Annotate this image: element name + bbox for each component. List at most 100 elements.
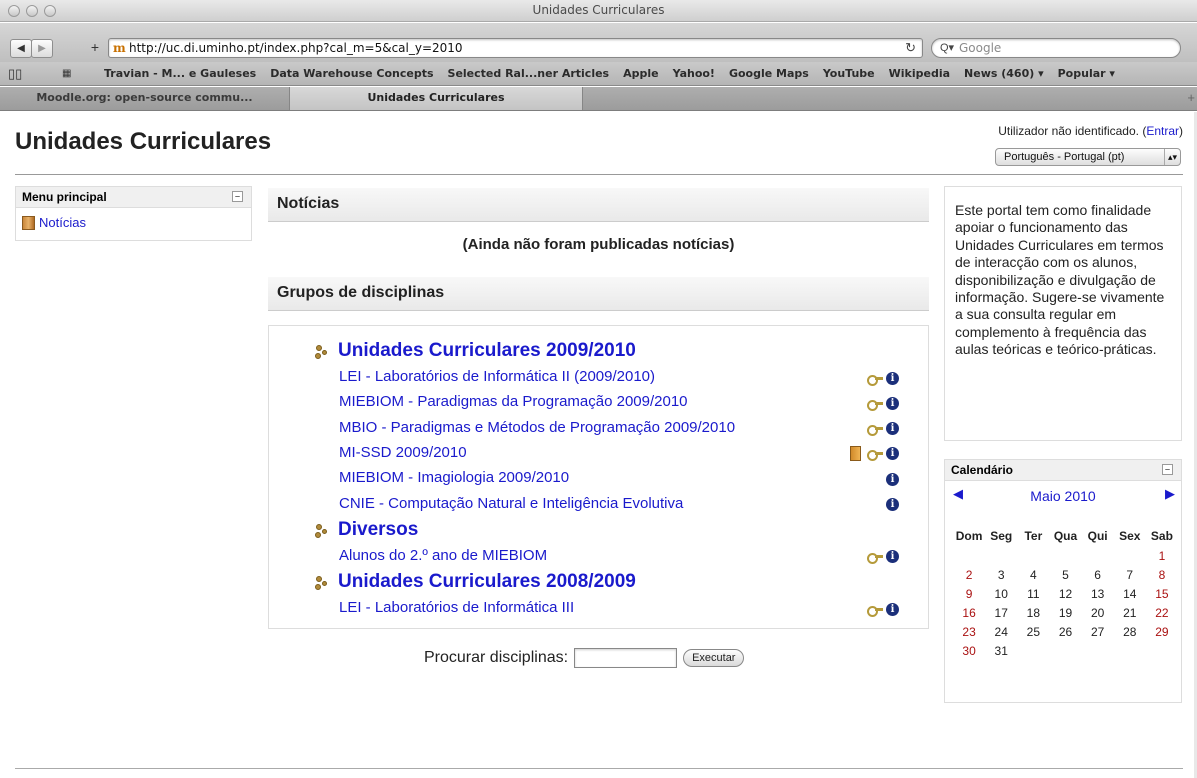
language-value: Português - Portugal (pt) <box>1004 151 1125 163</box>
category-link[interactable]: Diversos <box>338 519 418 541</box>
calendar-day[interactable]: 2 <box>953 568 985 585</box>
add-bookmark-button[interactable]: + <box>85 39 105 58</box>
calendar-day[interactable]: 4 <box>1017 568 1049 585</box>
course-link[interactable]: LEI - Laboratórios de Informática II (20… <box>339 368 655 385</box>
previous-month-icon[interactable]: ◀ <box>953 486 963 502</box>
footer-divider <box>15 768 1183 769</box>
key-icon[interactable] <box>867 449 884 462</box>
back-button[interactable]: ◀ <box>10 39 32 58</box>
info-icon[interactable]: i <box>886 396 899 410</box>
calendar-day[interactable]: 26 <box>1049 625 1081 642</box>
execute-button[interactable]: Executar <box>683 649 745 667</box>
calendar-day[interactable]: 9 <box>953 587 985 604</box>
tab-moodle[interactable]: Moodle.org: open-source commu... <box>0 87 290 110</box>
calendar-day[interactable]: 27 <box>1082 625 1114 642</box>
new-tab-icon[interactable]: + <box>1187 90 1195 105</box>
calendar-nav: Maio 2010 ◀ ▶ <box>945 481 1181 505</box>
bookmark-item[interactable]: Travian - M... e Gauleses <box>104 67 256 80</box>
bookmark-item[interactable]: Selected Ral...ner Articles <box>448 67 610 80</box>
category-link[interactable]: Unidades Curriculares 2008/2009 <box>338 571 636 593</box>
calendar-grid: Dom Seg Ter Qua Qui Sex Sab 1 2 3 4 5 6 7 8 9 10 11 12 13 14… <box>953 529 1178 661</box>
next-month-icon[interactable]: ▶ <box>1165 486 1175 502</box>
collapse-icon[interactable]: – <box>1162 464 1173 475</box>
calendar-day[interactable]: 25 <box>1017 625 1049 642</box>
calendar-day[interactable]: 31 <box>985 644 1017 661</box>
course-link[interactable]: MI-SSD 2009/2010 <box>339 444 467 461</box>
menu-item-noticias[interactable]: Notícias <box>16 208 251 237</box>
course-search-input[interactable] <box>574 648 678 668</box>
bookmark-item[interactable]: News (460) ▾ <box>964 67 1044 80</box>
course-link[interactable]: CNIE - Computação Natural e Inteligência… <box>339 495 683 512</box>
calendar-day[interactable]: 24 <box>985 625 1017 642</box>
key-icon[interactable] <box>867 552 884 565</box>
collapse-icon[interactable]: – <box>232 191 243 202</box>
calendar-day[interactable]: 6 <box>1082 568 1114 585</box>
calendar-day[interactable]: 15 <box>1146 587 1178 604</box>
calendar-day[interactable]: 23 <box>953 625 985 642</box>
course-icons: i <box>867 601 899 617</box>
course-row: LEI - Laboratórios de Informática II (20… <box>339 367 899 389</box>
calendar-day[interactable]: 5 <box>1049 568 1081 585</box>
calendar-day[interactable]: 1 <box>1146 549 1178 566</box>
calendar-day[interactable]: 12 <box>1049 587 1081 604</box>
calendar-day[interactable]: 17 <box>985 606 1017 623</box>
browser-search-input[interactable]: Q▾ Google <box>931 38 1181 58</box>
key-icon[interactable] <box>867 399 884 411</box>
calendar-day[interactable]: 21 <box>1114 606 1146 623</box>
login-link[interactable]: Entrar <box>1146 124 1179 138</box>
bookmark-item[interactable]: YouTube <box>823 67 875 80</box>
course-icons: i <box>850 446 899 462</box>
info-icon[interactable]: i <box>886 472 899 486</box>
bookmark-item[interactable]: Wikipedia <box>889 67 950 80</box>
calendar-day[interactable]: 8 <box>1146 568 1178 585</box>
bookmarks-book-icon[interactable]: ▯▯ <box>8 66 22 82</box>
calendar-day[interactable]: 20 <box>1082 606 1114 623</box>
course-search-label: Procurar disciplinas: <box>424 649 569 666</box>
info-icon[interactable]: i <box>886 447 899 461</box>
bookmark-item[interactable]: Popular ▾ <box>1058 67 1115 80</box>
calendar-day[interactable]: 22 <box>1146 606 1178 623</box>
menu-item-label[interactable]: Notícias <box>39 215 86 230</box>
calendar-day[interactable]: 18 <box>1017 606 1049 623</box>
tab-unidades[interactable]: Unidades Curriculares <box>290 87 583 110</box>
forward-button[interactable]: ▶ <box>31 39 53 58</box>
address-bar[interactable]: m http://uc.di.uminho.pt/index.php?cal_m… <box>108 38 923 58</box>
calendar-empty-cell <box>1049 549 1081 566</box>
info-icon[interactable]: i <box>886 550 899 564</box>
key-icon[interactable] <box>867 424 884 437</box>
bookmark-item[interactable]: Data Warehouse Concepts <box>270 67 433 80</box>
calendar-day[interactable]: 11 <box>1017 587 1049 604</box>
calendar-day[interactable]: 10 <box>985 587 1017 604</box>
calendar-day[interactable]: 29 <box>1146 625 1178 642</box>
calendar-day[interactable]: 14 <box>1114 587 1146 604</box>
door-icon[interactable] <box>850 446 861 462</box>
course-link[interactable]: MIEBIOM - Imagiologia 2009/2010 <box>339 469 569 486</box>
top-sites-grid-icon[interactable]: ▦ <box>62 68 71 79</box>
calendar-day[interactable]: 13 <box>1082 587 1114 604</box>
key-icon[interactable] <box>867 605 884 617</box>
reload-icon[interactable]: ↻ <box>905 40 916 56</box>
info-icon[interactable]: i <box>886 422 899 436</box>
calendar-day[interactable]: 30 <box>953 644 985 661</box>
bookmark-item[interactable]: Yahoo! <box>673 67 715 80</box>
course-link[interactable]: Alunos do 2.º ano de MIEBIOM <box>339 547 547 564</box>
calendar-day[interactable]: 28 <box>1114 625 1146 642</box>
course-link[interactable]: MBIO - Paradigmas e Métodos de Programaç… <box>339 419 735 436</box>
category-link[interactable]: Unidades Curriculares 2009/2010 <box>338 340 636 362</box>
category-row: Diversos <box>314 519 418 541</box>
calendar-day[interactable]: 16 <box>953 606 985 623</box>
calendar-day[interactable]: 7 <box>1114 568 1146 585</box>
language-select[interactable]: Português - Portugal (pt) ▴▾ <box>995 148 1181 166</box>
bookmark-item[interactable]: Apple <box>623 67 659 80</box>
course-link[interactable]: MIEBIOM - Paradigmas da Programação 2009… <box>339 393 688 410</box>
calendar-day[interactable]: 3 <box>985 568 1017 585</box>
info-icon[interactable]: i <box>886 371 899 385</box>
course-link[interactable]: LEI - Laboratórios de Informática III <box>339 599 574 616</box>
calendar-month[interactable]: Maio 2010 <box>945 488 1181 504</box>
info-icon[interactable]: i <box>886 602 899 616</box>
calendar-day[interactable]: 19 <box>1049 606 1081 623</box>
portal-info-block: Este portal tem como finalidade apoiar o… <box>944 186 1182 441</box>
bookmark-item[interactable]: Google Maps <box>729 67 809 80</box>
info-icon[interactable]: i <box>886 498 899 511</box>
key-icon[interactable] <box>867 374 884 386</box>
